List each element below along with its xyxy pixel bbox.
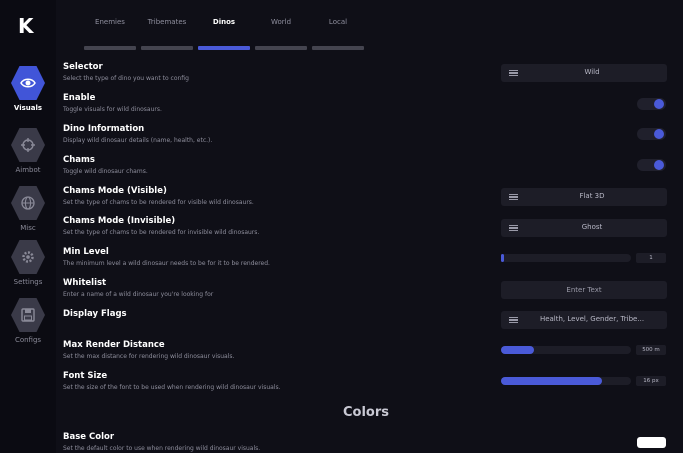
setting-dino-information: Dino Information Display wild dinosaur d… [63, 124, 212, 144]
sidebar-item-label: Configs [14, 336, 42, 344]
tab-enemies[interactable]: Enemies [84, 18, 136, 50]
tab-label: Tribemates [147, 18, 187, 26]
setting-description: Select the type of dino you want to conf… [63, 75, 189, 82]
setting-selector: Selector Select the type of dino you wan… [63, 62, 189, 82]
setting-description: Toggle wild dinosaur chams. [63, 168, 148, 175]
tab-local[interactable]: Local [312, 18, 364, 50]
setting-description: Enter a name of a wild dinosaur you're l… [63, 291, 214, 298]
setting-description: Set the type of chams to be rendered for… [63, 199, 254, 206]
sidebar-item-label: Misc [20, 224, 36, 232]
chams-toggle[interactable] [637, 159, 666, 171]
globe-icon [21, 196, 35, 210]
setting-min-level: Min Level The minimum level a wild dinos… [63, 247, 270, 267]
setting-description: Set the type of chams to be rendered for… [63, 229, 260, 236]
setting-title: Base Color [63, 432, 115, 442]
setting-description: Display wild dinosaur details (name, hea… [63, 137, 213, 144]
sidebar-item-misc[interactable]: Misc [4, 186, 52, 248]
setting-chams-mode-visible: Chams Mode (Visible) Set the type of cha… [63, 186, 254, 206]
sidebar: K Visuals Aimbot Misc Settings Configs [0, 0, 56, 453]
setting-title: Dino Information [63, 124, 145, 134]
menu-icon [509, 70, 518, 76]
display-flags-dropdown[interactable]: Health, Level, Gender, Tribe... [501, 311, 667, 329]
base-color-swatch[interactable] [637, 437, 666, 448]
font-size-value[interactable]: 16 px [636, 376, 666, 386]
menu-icon [509, 194, 518, 200]
eye-icon [20, 78, 36, 88]
max-render-distance-value[interactable]: 500 m [636, 345, 666, 355]
setting-title: Max Render Distance [63, 340, 165, 350]
sidebar-item-label: Aimbot [15, 166, 41, 174]
slider-fill [501, 254, 504, 262]
setting-title: Chams Mode (Visible) [63, 186, 167, 196]
sidebar-item-label: Visuals [13, 104, 43, 112]
dino-information-toggle[interactable] [637, 128, 666, 140]
selector-dropdown[interactable]: Wild [501, 64, 667, 82]
setting-max-render-distance: Max Render Distance Set the max distance… [63, 340, 234, 360]
setting-title: Whitelist [63, 278, 107, 288]
whitelist-input[interactable]: Enter Text [501, 281, 667, 299]
dropdown-value: Wild [584, 68, 600, 76]
tab-label: Enemies [95, 18, 125, 26]
setting-title: Enable [63, 93, 96, 103]
setting-font-size: Font Size Set the size of the font to be… [63, 371, 281, 391]
setting-display-flags: Display Flags [63, 309, 127, 319]
setting-description: Set the default color to use when render… [63, 445, 261, 452]
setting-title: Min Level [63, 247, 109, 257]
tab-world[interactable]: World [255, 18, 307, 50]
save-icon [21, 308, 35, 322]
sidebar-item-settings[interactable]: Settings [4, 240, 52, 302]
setting-title: Chams [63, 155, 95, 165]
enable-toggle[interactable] [637, 98, 666, 110]
app-logo: K [18, 14, 34, 38]
tab-dinos[interactable]: Dinos [198, 18, 250, 50]
setting-description: The minimum level a wild dinosaur needs … [63, 260, 270, 267]
setting-title: Display Flags [63, 309, 127, 319]
setting-whitelist: Whitelist Enter a name of a wild dinosau… [63, 278, 213, 298]
setting-description: Toggle visuals for wild dinosaurs. [63, 106, 162, 113]
dropdown-value: Ghost [581, 223, 603, 231]
tab-label: World [270, 18, 292, 26]
sidebar-item-configs[interactable]: Configs [4, 298, 52, 360]
tab-label: Local [328, 18, 348, 26]
setting-title: Chams Mode (Invisible) [63, 216, 176, 226]
tab-bar: Enemies Tribemates Dinos World Local [84, 18, 366, 54]
chams-mode-invisible-dropdown[interactable]: Ghost [501, 219, 667, 237]
setting-title: Font Size [63, 371, 108, 381]
dropdown-value: Health, Level, Gender, Tribe... [539, 315, 645, 323]
min-level-slider[interactable] [501, 254, 631, 262]
sidebar-item-visuals[interactable]: Visuals [4, 66, 52, 128]
setting-description: Set the max distance for rendering wild … [63, 353, 235, 360]
setting-chams-mode-invisible: Chams Mode (Invisible) Set the type of c… [63, 216, 259, 236]
setting-base-color: Base Color Set the default color to use … [63, 432, 260, 452]
gear-icon [22, 251, 34, 263]
sidebar-item-label: Settings [13, 278, 43, 286]
menu-icon [509, 225, 518, 231]
min-level-value[interactable]: 1 [636, 253, 666, 263]
tab-label: Dinos [212, 18, 236, 26]
slider-fill [501, 346, 534, 354]
tab-tribemates[interactable]: Tribemates [141, 18, 193, 50]
max-render-distance-slider[interactable] [501, 346, 631, 354]
setting-enable: Enable Toggle visuals for wild dinosaurs… [63, 93, 162, 113]
colors-heading: Colors [342, 405, 389, 420]
menu-icon [509, 317, 518, 323]
setting-chams: Chams Toggle wild dinosaur chams. [63, 155, 148, 175]
setting-title: Selector [63, 62, 103, 72]
dropdown-value: Flat 3D [579, 192, 605, 200]
slider-fill [501, 377, 603, 385]
setting-description: Set the size of the font to be used when… [63, 384, 281, 391]
crosshair-icon [21, 138, 35, 152]
chams-mode-visible-dropdown[interactable]: Flat 3D [501, 188, 667, 206]
font-size-slider[interactable] [501, 377, 631, 385]
sidebar-item-aimbot[interactable]: Aimbot [4, 128, 52, 190]
